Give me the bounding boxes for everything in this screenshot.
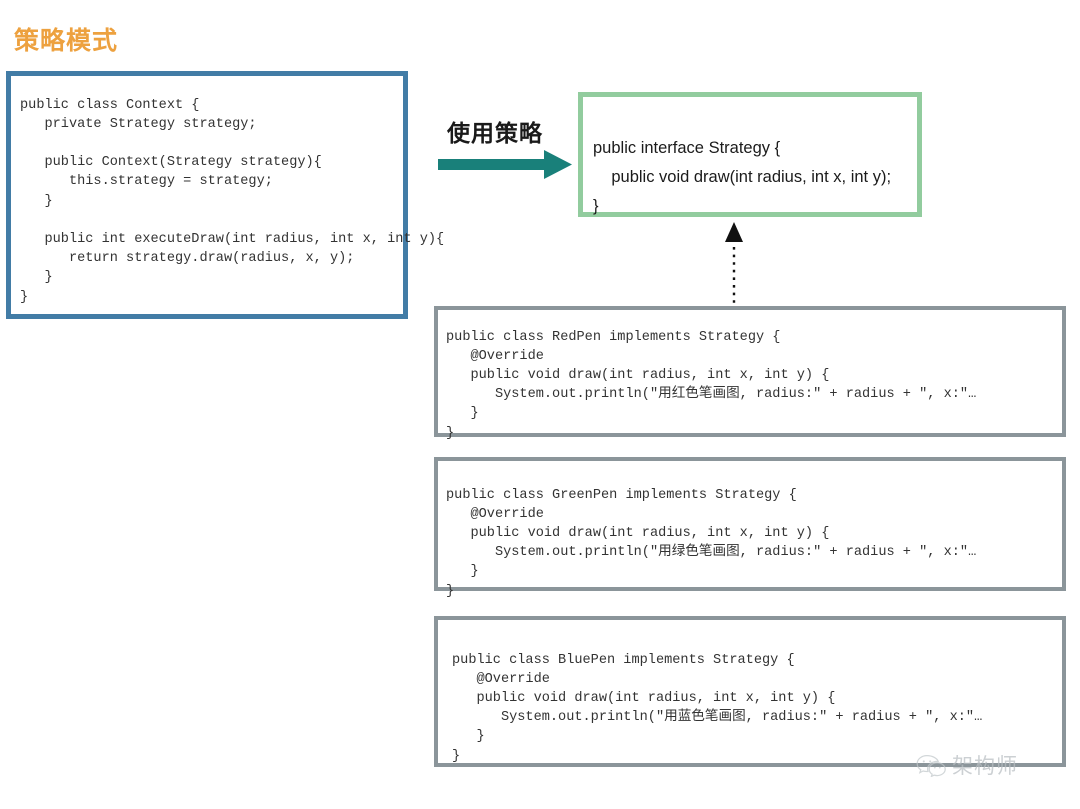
use-strategy-label: 使用策略 <box>447 120 543 146</box>
watermark-label: 架构师 <box>952 754 1018 778</box>
greenpen-class-code: public class GreenPen implements Strateg… <box>446 487 977 599</box>
right-arrow-icon <box>438 150 572 179</box>
use-strategy-arrow <box>438 148 578 182</box>
slide-canvas: 策略模式 public class Context { private Stra… <box>0 0 1080 809</box>
realization-arrow <box>718 222 750 318</box>
redpen-class-code: public class RedPen implements Strategy … <box>446 329 977 441</box>
wechat-icon <box>916 754 946 777</box>
dotted-up-arrow-icon <box>725 222 743 318</box>
page-title: 策略模式 <box>14 27 119 55</box>
context-class-code: public class Context { private Strategy … <box>20 97 445 305</box>
bluepen-class-code: public class BluePen implements Strategy… <box>452 652 983 764</box>
strategy-interface-code: public interface Strategy { public void … <box>593 138 892 215</box>
watermark: 架构师 <box>916 748 1066 782</box>
